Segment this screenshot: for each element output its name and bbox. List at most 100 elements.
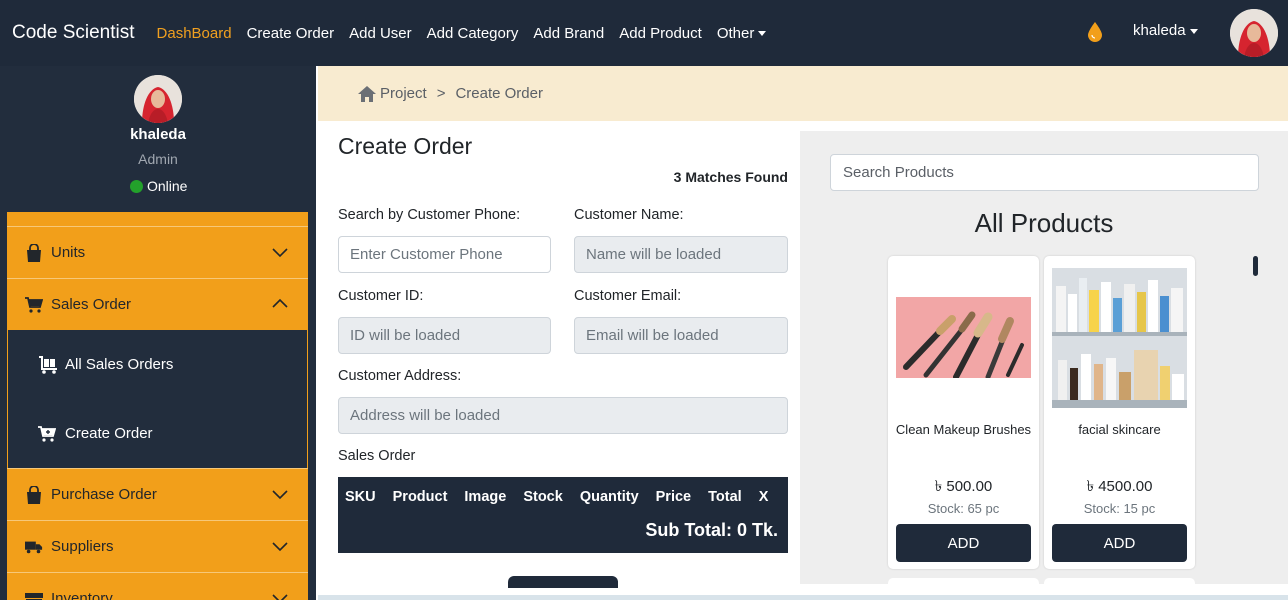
- user-name: khaleda: [1133, 22, 1186, 39]
- customer-id-field: [338, 317, 551, 354]
- profile-role: Admin: [138, 151, 178, 167]
- sidebar-item-all-sales-orders[interactable]: All Sales Orders: [8, 330, 307, 399]
- brand-logo[interactable]: Code Scientist: [12, 22, 135, 44]
- sidebar: khaleda Admin Online Units Sales Order A…: [0, 66, 316, 600]
- col-sku: SKU: [345, 489, 376, 505]
- avatar-image: [1230, 9, 1278, 57]
- sidebar-item-sales-order[interactable]: Sales Order: [7, 278, 308, 330]
- submit-order-button[interactable]: [508, 576, 618, 588]
- sales-order-table: SKU Product Image Stock Quantity Price T…: [338, 477, 788, 553]
- product-price: ৳ 500.00: [934, 478, 993, 495]
- user-dropdown[interactable]: khaleda: [1133, 22, 1198, 39]
- chevron-down-icon: [272, 248, 288, 258]
- sub-item-label: Create Order: [65, 425, 153, 442]
- nav-add-product[interactable]: Add Product: [619, 25, 702, 42]
- col-product: Product: [392, 489, 448, 505]
- create-order-form: Create Order 3 Matches Found Search by C…: [318, 121, 798, 600]
- customer-phone-input[interactable]: [338, 236, 551, 273]
- profile-name: khaleda: [130, 126, 186, 143]
- product-card: facial skincare ৳ 4500.00 Stock: 15 pc A…: [1044, 256, 1195, 569]
- breadcrumb: Project > Create Order: [318, 66, 1288, 121]
- sidebar-item-label: Sales Order: [51, 296, 132, 313]
- breadcrumb-separator: >: [436, 85, 446, 102]
- sidebar-menu: Units Sales Order All Sales Orders Creat: [7, 212, 308, 600]
- customer-email-label: Customer Email:: [574, 288, 682, 304]
- theme-drop-icon[interactable]: [1088, 22, 1102, 42]
- nav-add-category[interactable]: Add Category: [427, 25, 519, 42]
- makeup-brushes-image: [896, 297, 1031, 378]
- product-image: [1052, 268, 1187, 408]
- page-bottom-edge: [318, 595, 1288, 600]
- search-products-input[interactable]: [830, 154, 1259, 191]
- product-image: [896, 297, 1031, 378]
- cart-icon: [25, 296, 43, 314]
- cart-plus-icon: [38, 425, 58, 443]
- nav-other-dropdown[interactable]: Other: [717, 25, 767, 42]
- all-products-title: All Products: [974, 208, 1114, 238]
- product-name: Clean Makeup Brushes: [895, 422, 1032, 437]
- add-product-button[interactable]: ADD: [1052, 524, 1187, 562]
- menu-top-edge: [7, 212, 308, 226]
- caret-down-icon: [758, 31, 767, 37]
- avatar: [134, 75, 182, 123]
- sidebar-item-units[interactable]: Units: [7, 226, 308, 278]
- col-total: Total: [708, 489, 742, 505]
- shopping-bag-icon: [25, 485, 43, 504]
- top-navbar: Code Scientist DashBoard Create Order Ad…: [0, 0, 1288, 66]
- sidebar-item-suppliers[interactable]: Suppliers: [7, 520, 308, 572]
- scrollbar-thumb[interactable]: [1253, 256, 1258, 276]
- add-product-button[interactable]: ADD: [896, 524, 1031, 562]
- nav-add-brand[interactable]: Add Brand: [533, 25, 604, 42]
- page-title: Create Order: [338, 133, 473, 159]
- customer-name-label: Customer Name:: [574, 207, 684, 223]
- breadcrumb-current: Create Order: [455, 85, 543, 102]
- product-price: ৳ 4500.00: [1086, 478, 1153, 495]
- phone-label: Search by Customer Phone:: [338, 207, 521, 223]
- dolly-icon: [38, 355, 58, 374]
- sidebar-item-label: Purchase Order: [51, 486, 157, 503]
- sub-total: Sub Total: 0 Tk.: [645, 520, 778, 540]
- avatar-image: [134, 75, 182, 123]
- col-image: Image: [464, 489, 507, 505]
- status-badge: Online: [130, 178, 187, 194]
- customer-name-field: [574, 236, 788, 273]
- online-dot-icon: [130, 179, 143, 193]
- nav-add-user[interactable]: Add User: [349, 25, 412, 42]
- matches-count: 3 Matches Found: [673, 169, 788, 185]
- chevron-down-icon: [272, 490, 288, 500]
- col-quantity: Quantity: [579, 489, 639, 505]
- col-price: Price: [655, 489, 692, 505]
- avatar[interactable]: [1230, 9, 1278, 57]
- sidebar-item-purchase-order[interactable]: Purchase Order: [7, 468, 308, 520]
- sales-order-label: Sales Order: [338, 448, 416, 464]
- product-stock: Stock: 15 pc: [1083, 501, 1156, 516]
- product-card-next: [888, 578, 1039, 584]
- product-card: Clean Makeup Brushes ৳ 500.00 Stock: 65 …: [888, 256, 1039, 569]
- caret-down-icon: [1189, 28, 1198, 34]
- sub-item-label: All Sales Orders: [65, 356, 174, 373]
- chevron-up-icon: [272, 298, 288, 308]
- sidebar-item-label: Suppliers: [51, 538, 114, 555]
- sales-order-submenu: All Sales Orders Create Order: [7, 330, 308, 468]
- col-stock: Stock: [523, 489, 563, 505]
- customer-id-label: Customer ID:: [338, 288, 424, 304]
- product-name: facial skincare: [1078, 422, 1161, 437]
- product-card-next: [1044, 578, 1195, 584]
- nav-create-order[interactable]: Create Order: [247, 25, 335, 42]
- nav-other-label: Other: [716, 24, 755, 42]
- home-icon: [358, 85, 376, 102]
- product-stock: Stock: 65 pc: [927, 501, 1000, 516]
- breadcrumb-project[interactable]: Project: [380, 85, 427, 102]
- customer-email-field: [574, 317, 788, 354]
- truck-icon: [25, 538, 43, 556]
- sidebar-item-create-order[interactable]: Create Order: [8, 399, 307, 468]
- table-header-row: SKU Product Image Stock Quantity Price T…: [338, 477, 788, 517]
- skincare-image: [1052, 268, 1187, 408]
- chevron-down-icon: [272, 594, 288, 600]
- customer-address-label: Customer Address:: [338, 368, 462, 384]
- products-panel: All Products Clean Makeup Brushes ৳ 50: [800, 131, 1288, 584]
- col-remove: X: [758, 489, 769, 505]
- nav-dashboard[interactable]: DashBoard: [157, 25, 232, 42]
- sidebar-item-inventory[interactable]: Inventory: [7, 572, 308, 600]
- box-icon: [25, 590, 43, 600]
